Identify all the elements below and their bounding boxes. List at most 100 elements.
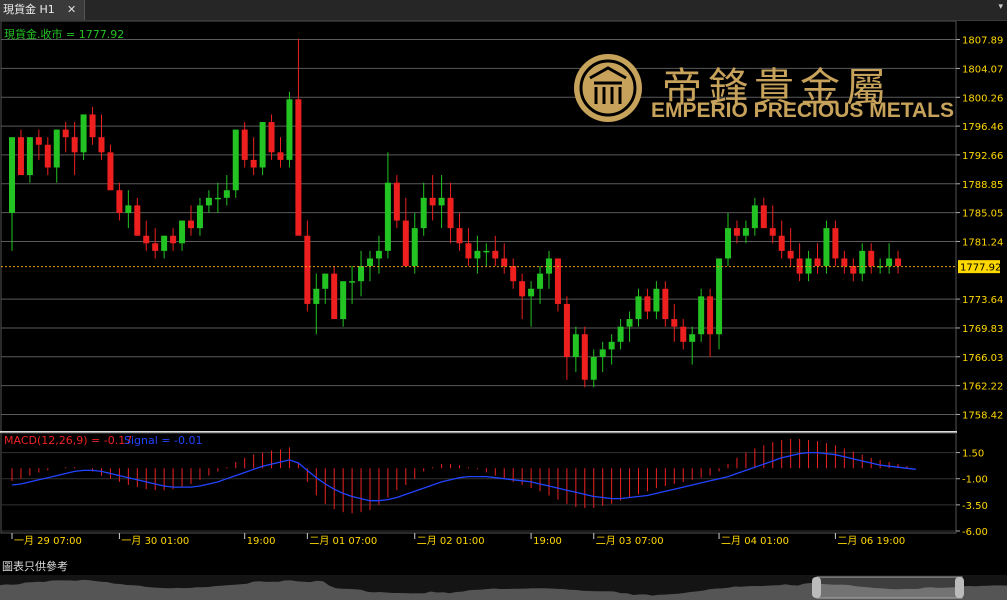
macd-tick-label: -3.50 [962,501,988,512]
candle-down [456,228,463,244]
candle-down [98,137,105,153]
candle-up [411,228,418,267]
candle-up [483,250,490,253]
price-tick-label: 1762.22 [962,382,1003,393]
candle-up [26,137,33,176]
close-icon[interactable]: ✕ [67,0,76,20]
price-tick-label: 1769.83 [962,324,1003,335]
candle-up [438,197,445,206]
candle-down [769,228,776,236]
candle-down [402,220,409,267]
macd-label: MACD(12,26,9) = -0.17 [4,434,132,447]
price-tick-label: 1807.89 [962,35,1003,46]
disclaimer-text: 圖表只供參考 [2,560,68,573]
time-tick-label: 二月 02 01:00 [417,535,485,547]
title-bar: 現貨金 H1 ✕ ▾ [0,0,1007,21]
candle-down [554,258,561,304]
candle-up [653,288,660,312]
price-panel-label: 現貨金.收市 = 1777.92 [4,27,124,41]
candle-down [107,152,114,191]
candle-up [617,326,624,342]
chart-tab[interactable]: 現貨金 H1 ✕ [0,0,85,20]
candle-up [805,258,812,274]
candle-down [501,258,508,267]
candle-up [179,220,186,244]
candle-down [832,228,839,259]
candle-down [671,319,678,327]
candle-up [205,197,212,206]
candle-up [384,182,391,251]
time-tick-label: 一月 30 01:00 [121,535,189,547]
price-tick-label: 1785.05 [962,209,1003,220]
candle-down [35,137,42,145]
macd-panel-frame [0,432,957,534]
candle-down [429,197,436,206]
candle-up [214,197,221,200]
candle-up [859,250,866,274]
candle-down [170,235,177,244]
time-tick-label: 二月 06 19:00 [837,535,905,547]
candle-up [313,288,320,304]
candle-up [528,288,535,297]
candle-up [626,319,633,327]
candle-down [796,258,803,274]
candle-up [599,349,606,357]
price-tick-label: 1758.42 [962,410,1003,421]
price-tick-label: 1788.85 [962,180,1003,191]
scroll-handle-left[interactable] [812,577,821,598]
price-tick-label: 1766.03 [962,353,1003,364]
chart-scrollbar[interactable] [0,575,1007,600]
candle-up [572,334,579,357]
candle-down [143,235,150,244]
candle-down [895,258,902,267]
candle-down [71,137,78,153]
candle-up [546,258,552,274]
candle-up [420,197,427,229]
candle-up [608,341,615,350]
macd-axis: 1.50 -1.00 -3.50 -6.00 [956,449,988,538]
candle-down [644,296,651,312]
candle-down [250,159,257,168]
candle-down [760,205,767,229]
candle-down [563,303,570,357]
candle-up [161,235,168,251]
macd-tick-label: -6.00 [962,527,988,538]
chevron-down-icon[interactable]: ▾ [998,2,1003,12]
time-axis: 一月 29 07:00 一月 30 01:00 19:00 二月 01 07:00 二月… [11,533,905,547]
candle-down [331,273,338,320]
candle-down [519,281,526,297]
chart-area[interactable]: 帝鋒貴金屬 EMPERIO PRECIOUS METALS 1807.89180… [0,21,1007,557]
price-tick-label: 1792.66 [962,151,1003,162]
candle-down [134,205,141,236]
candle-down [787,250,794,259]
candle-down [733,228,740,236]
candle-up [80,114,87,153]
candle-down [393,182,400,221]
candle-down [89,114,96,138]
candle-up [725,228,731,259]
candle-down [465,243,472,259]
price-tick-label: 1796.46 [962,122,1003,133]
candle-down [662,288,669,320]
candle-up [590,356,597,380]
candle-down [814,258,821,267]
scroll-handle-right[interactable] [955,577,964,598]
time-tick-label: 二月 01 07:00 [309,535,377,547]
scroll-window[interactable] [816,576,963,599]
candle-down [868,250,875,267]
candle-down [841,258,848,267]
candle-up [823,228,830,267]
candle-down [44,144,51,168]
candle-up [886,258,893,267]
candle-down [850,266,857,274]
candle-down [277,152,284,160]
candle-up [196,205,203,229]
candle-up [53,129,60,168]
candle-down [510,266,517,282]
time-tick-label: 一月 29 07:00 [14,535,82,547]
time-tick-label: 19:00 [247,536,276,547]
candle-down [581,334,588,380]
candle-up [367,258,373,267]
candle-down [447,197,454,229]
candle-down [188,220,194,229]
